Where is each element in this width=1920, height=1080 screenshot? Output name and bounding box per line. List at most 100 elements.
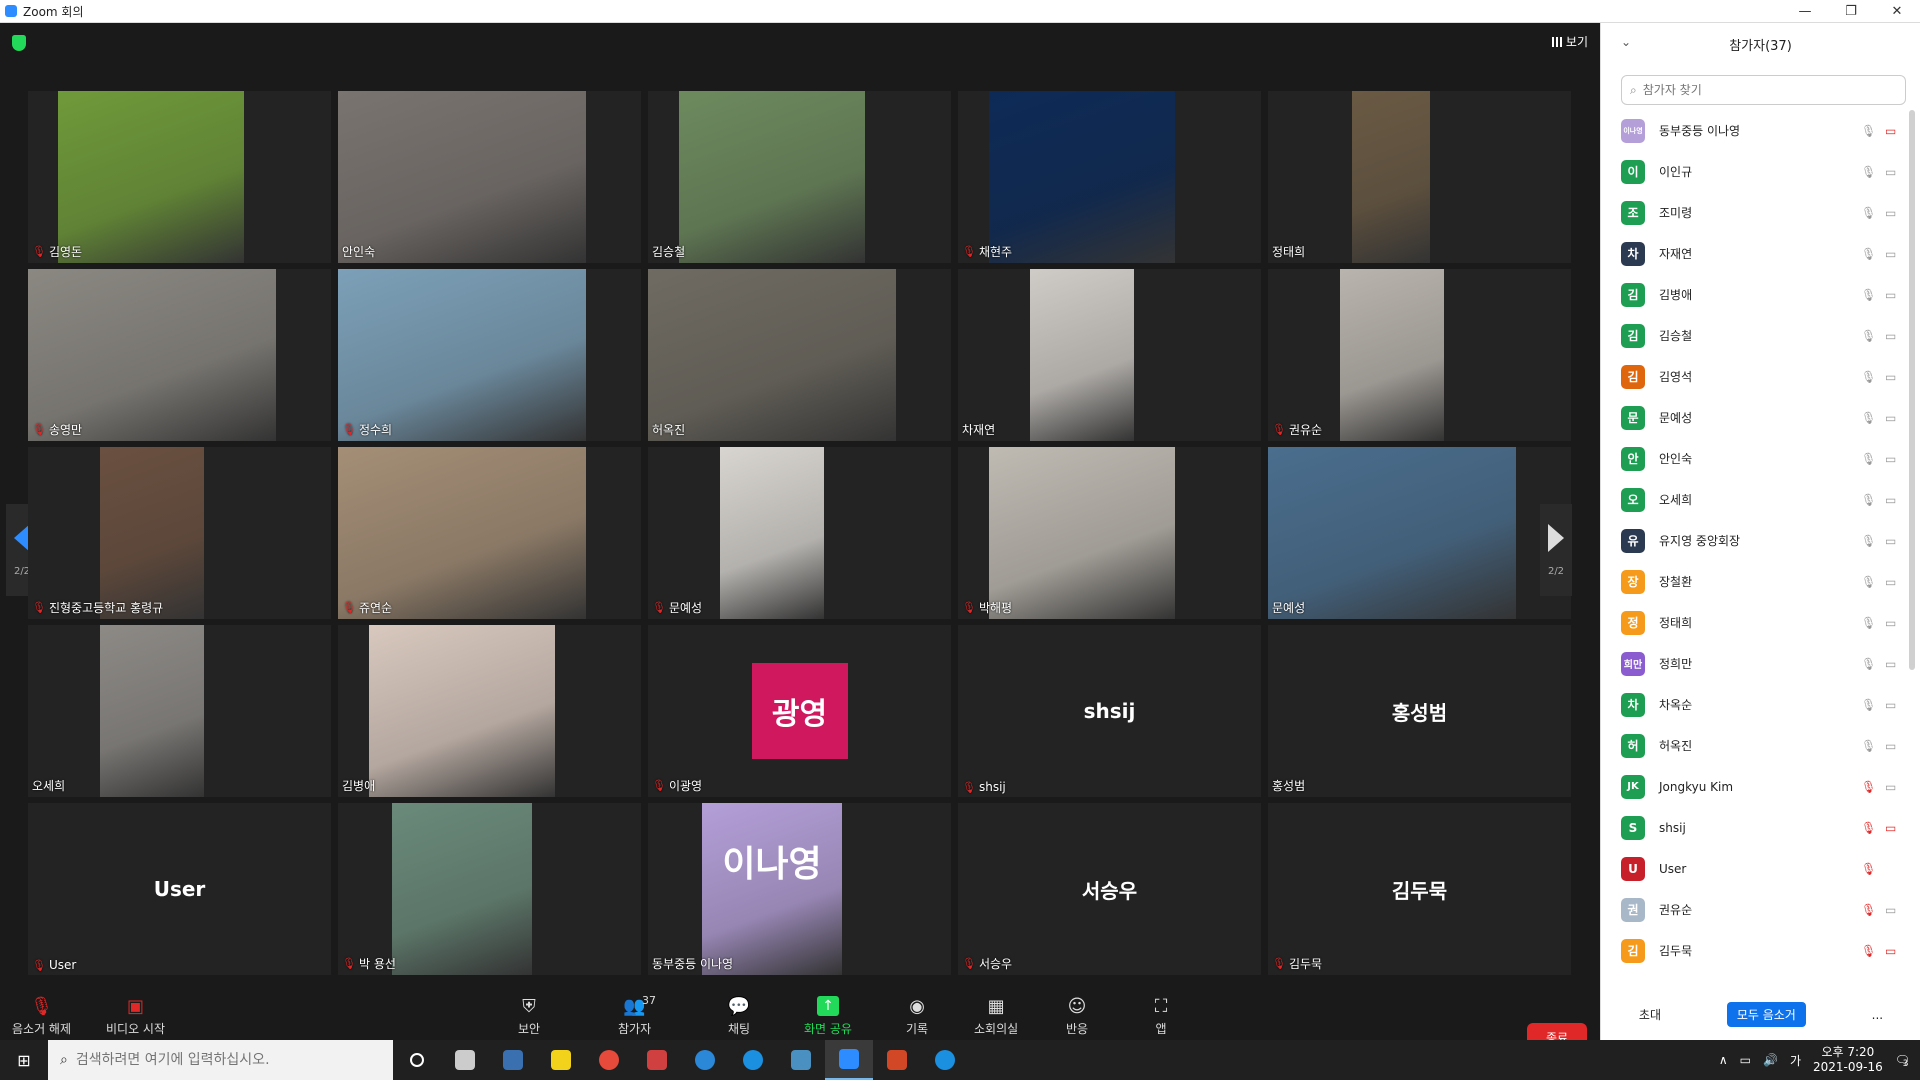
video-tile[interactable]: 김병애: [338, 625, 641, 797]
chevron-down-icon[interactable]: ⌄: [1621, 35, 1631, 49]
view-button[interactable]: 보기: [1551, 33, 1588, 50]
participant-row[interactable]: 권 권유순 🎙 ▭: [1601, 889, 1920, 930]
zoom-icon[interactable]: [825, 1040, 873, 1080]
ie-icon[interactable]: [729, 1040, 777, 1080]
video-tile[interactable]: 🎙 정수희: [338, 269, 641, 441]
participant-list-scrollbar[interactable]: [1909, 110, 1915, 670]
video-tile[interactable]: 🎙 박 용선: [338, 803, 641, 975]
video-tile[interactable]: 문예성: [1268, 447, 1571, 619]
minimize-button[interactable]: —: [1782, 0, 1828, 23]
camera-icon[interactable]: ▭: [1885, 903, 1896, 917]
camera-icon[interactable]: ▭: [1885, 698, 1896, 712]
camera-off-icon[interactable]: ▭: [1885, 124, 1896, 138]
mic-icon[interactable]: 🎙: [1861, 575, 1876, 589]
participant-row[interactable]: 이나영 동부중등 이나영 🎙 ▭: [1601, 110, 1920, 151]
video-tile[interactable]: 🎙 진형중고등학교 홍령규: [28, 447, 331, 619]
share-screen-button[interactable]: ↑ 화면 공유: [804, 996, 852, 1037]
participant-row[interactable]: 장 장철환 🎙 ▭: [1601, 561, 1920, 602]
participant-row[interactable]: 정 정태희 🎙 ▭: [1601, 602, 1920, 643]
mic-muted-icon[interactable]: 🎙: [1861, 821, 1876, 835]
camera-icon[interactable]: ▭: [1885, 247, 1896, 261]
video-tile[interactable]: 🎙 채현주: [958, 91, 1261, 263]
mic-muted-icon[interactable]: 🎙: [1861, 944, 1876, 958]
video-tile[interactable]: 🎙 문예성: [648, 447, 951, 619]
video-tile[interactable]: 김두묵 🎙 김두묵: [1268, 803, 1571, 975]
mic-icon[interactable]: 🎙: [1861, 206, 1876, 220]
camera-off-icon[interactable]: ▭: [1885, 821, 1896, 835]
chrome-icon[interactable]: [585, 1040, 633, 1080]
video-tile[interactable]: 차재연: [958, 269, 1261, 441]
video-tile[interactable]: 김승철: [648, 91, 951, 263]
reactions-button[interactable]: ☺ 반응: [1066, 996, 1088, 1037]
video-tile[interactable]: 오세희: [28, 625, 331, 797]
video-tile[interactable]: 🎙 김영돈: [28, 91, 331, 263]
powerpoint-icon[interactable]: [873, 1040, 921, 1080]
participant-row[interactable]: 안 안인숙 🎙 ▭: [1601, 438, 1920, 479]
video-tile[interactable]: 허옥진: [648, 269, 951, 441]
camera-icon[interactable]: ▭: [1885, 657, 1896, 671]
record-button[interactable]: ◉ 기록: [906, 996, 928, 1037]
participant-row[interactable]: JK Jongkyu Kim 🎙 ▭: [1601, 766, 1920, 807]
video-tile[interactable]: 🎙 송영만: [28, 269, 331, 441]
video-tile[interactable]: User 🎙 User: [28, 803, 331, 975]
next-page-button[interactable]: 2/2: [1540, 504, 1572, 596]
unmute-button[interactable]: 🎙 음소거 해제: [12, 996, 71, 1037]
task-view-icon[interactable]: [441, 1040, 489, 1080]
mic-icon[interactable]: 🎙: [1861, 288, 1876, 302]
participants-button[interactable]: 👥 37 참가자: [618, 994, 656, 1037]
mute-all-button[interactable]: 모두 음소거: [1726, 1002, 1806, 1027]
participant-row[interactable]: 김 김승철 🎙 ▭: [1601, 315, 1920, 356]
video-tile[interactable]: 🎙 박해평: [958, 447, 1261, 619]
mic-muted-icon[interactable]: 🎙: [1861, 780, 1876, 794]
video-tile[interactable]: 홍성범 홍성범: [1268, 625, 1571, 797]
paint-icon[interactable]: [633, 1040, 681, 1080]
camera-icon[interactable]: ▭: [1885, 616, 1896, 630]
participant-row[interactable]: 유 유지영 중앙회장 🎙 ▭: [1601, 520, 1920, 561]
encryption-shield-icon[interactable]: [12, 35, 26, 51]
mic-icon[interactable]: 🎙: [1861, 616, 1876, 630]
participant-row[interactable]: 오 오세희 🎙 ▭: [1601, 479, 1920, 520]
mic-icon[interactable]: 🎙: [1861, 657, 1876, 671]
participant-row[interactable]: Sshsij 🎙 ▭: [1601, 807, 1920, 848]
edge-icon[interactable]: [681, 1040, 729, 1080]
participant-row[interactable]: 김 김두묵 🎙 ▭: [1601, 930, 1920, 970]
notification-icon[interactable]: 🗨 3: [1895, 1053, 1910, 1069]
participant-row[interactable]: 희만 정희만 🎙 ▭: [1601, 643, 1920, 684]
video-tile[interactable]: 🎙 쥬연순: [338, 447, 641, 619]
close-button[interactable]: ✕: [1874, 0, 1920, 23]
mic-icon[interactable]: 🎙: [1861, 247, 1876, 261]
mic-muted-icon[interactable]: 🎙: [1861, 903, 1876, 917]
mic-icon[interactable]: 🎙: [1861, 452, 1876, 466]
taskbar-search-input[interactable]: [75, 1052, 376, 1068]
camera-icon[interactable]: ▭: [1885, 329, 1896, 343]
volume-icon[interactable]: 🔊: [1763, 1053, 1778, 1067]
participant-row[interactable]: 차 자재연 🎙 ▭: [1601, 233, 1920, 274]
network-icon[interactable]: ▭: [1740, 1053, 1751, 1067]
video-tile[interactable]: 🎙 권유순: [1268, 269, 1571, 441]
participant-row[interactable]: 조 조미령 🎙 ▭: [1601, 192, 1920, 233]
mic-icon[interactable]: 🎙: [1861, 124, 1876, 138]
camera-icon[interactable]: ▭: [1885, 411, 1896, 425]
video-tile[interactable]: 이나영 동부중등 이나영: [648, 803, 951, 975]
camera-off-icon[interactable]: ▭: [1885, 944, 1896, 958]
camera-icon[interactable]: ▭: [1885, 165, 1896, 179]
camera-icon[interactable]: ▭: [1885, 575, 1896, 589]
camera-icon[interactable]: ▭: [1885, 370, 1896, 384]
invite-button[interactable]: 초대: [1629, 1002, 1671, 1027]
camera-icon[interactable]: ▭: [1885, 493, 1896, 507]
participant-search[interactable]: ⌕: [1621, 75, 1906, 105]
ime-indicator[interactable]: 가: [1790, 1052, 1801, 1069]
video-tile[interactable]: 서승우 🎙 서승우: [958, 803, 1261, 975]
mic-icon[interactable]: 🎙: [1861, 534, 1876, 548]
mic-icon[interactable]: 🎙: [1861, 329, 1876, 343]
apps-button[interactable]: ⛶ 앱: [1150, 996, 1172, 1037]
camera-icon[interactable]: ▭: [1885, 452, 1896, 466]
participant-row[interactable]: U User 🎙: [1601, 848, 1920, 889]
participant-row[interactable]: 허 허옥진 🎙 ▭: [1601, 725, 1920, 766]
mic-icon[interactable]: 🎙: [1861, 165, 1876, 179]
taskbar-search[interactable]: ⌕: [48, 1040, 393, 1080]
clock[interactable]: 오후 7:20 2021-09-16: [1813, 1045, 1883, 1075]
video-tile[interactable]: 정태희: [1268, 91, 1571, 263]
camera-icon[interactable]: ▭: [1885, 534, 1896, 548]
mic-icon[interactable]: 🎙: [1861, 739, 1876, 753]
